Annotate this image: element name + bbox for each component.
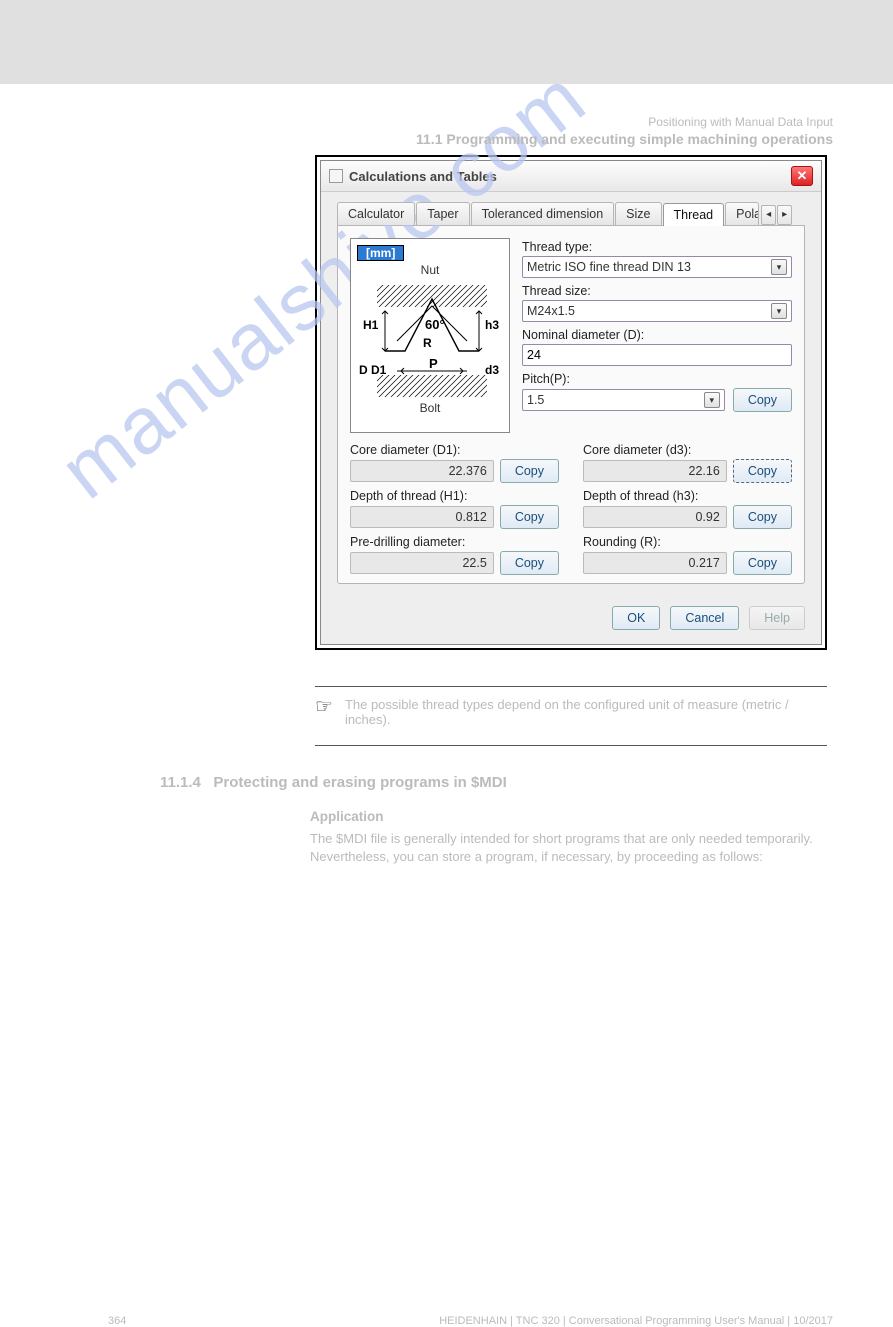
- section-title: Protecting and erasing programs in $MDI: [213, 774, 506, 791]
- chevron-down-icon: ▾: [771, 259, 787, 275]
- core-d1-label: Core diameter (D1):: [350, 443, 559, 457]
- header-line-1: Positioning with Manual Data Input: [416, 115, 833, 129]
- thread-type-select[interactable]: Metric ISO fine thread DIN 13 ▾: [522, 256, 792, 278]
- ok-button[interactable]: OK: [612, 606, 660, 630]
- tab-toleranced-dimension[interactable]: Toleranced dimension: [471, 202, 615, 225]
- tab-taper[interactable]: Taper: [416, 202, 469, 225]
- help-button: Help: [749, 606, 805, 630]
- dialog-screenshot-frame: Calculations and Tables ✕ Calculator Tap…: [315, 155, 827, 650]
- copy-h3-button[interactable]: Copy: [733, 505, 792, 529]
- svg-text:P: P: [429, 356, 438, 371]
- close-icon[interactable]: ✕: [791, 166, 813, 186]
- tab-strip: Calculator Taper Toleranced dimension Si…: [321, 192, 821, 225]
- svg-text:H1: H1: [363, 318, 379, 332]
- tab-scroll-right-icon[interactable]: ▸: [777, 205, 792, 225]
- calculations-dialog: Calculations and Tables ✕ Calculator Tap…: [320, 160, 822, 645]
- thread-type-value: Metric ISO fine thread DIN 13: [527, 260, 691, 274]
- svg-text:60°: 60°: [425, 317, 445, 332]
- dialog-title: Calculations and Tables: [349, 169, 785, 184]
- depth-h3-label: Depth of thread (h3):: [583, 489, 792, 503]
- nominal-diameter-label: Nominal diameter (D):: [522, 328, 792, 342]
- copy-h1-button[interactable]: Copy: [500, 505, 559, 529]
- core-d3-value: 22.16: [583, 460, 727, 482]
- svg-text:h3: h3: [485, 318, 499, 332]
- note-block: ☞ The possible thread types depend on th…: [315, 686, 827, 746]
- section-paragraph: The $MDI file is generally intended for …: [310, 830, 820, 865]
- svg-text:D: D: [359, 363, 368, 377]
- depth-h1-value: 0.812: [350, 506, 494, 528]
- thread-size-label: Thread size:: [522, 284, 792, 298]
- section-block: 11.1.4 Protecting and erasing programs i…: [160, 774, 820, 865]
- header-line-2: 11.1 Programming and executing simple ma…: [416, 131, 833, 147]
- footer-text: HEIDENHAIN | TNC 320 | Conversational Pr…: [439, 1315, 833, 1327]
- rounding-label: Rounding (R):: [583, 535, 792, 549]
- cancel-button[interactable]: Cancel: [670, 606, 739, 630]
- predrill-value: 22.5: [350, 552, 494, 574]
- tab-calculator[interactable]: Calculator: [337, 202, 415, 225]
- diagram-label-nut: Nut: [357, 263, 503, 277]
- page-header: Positioning with Manual Data Input 11.1 …: [416, 115, 833, 147]
- page-number: 364: [108, 1315, 126, 1327]
- thread-size-value: M24x1.5: [527, 304, 575, 318]
- thread-size-select[interactable]: M24x1.5 ▾: [522, 300, 792, 322]
- tab-polar-partial[interactable]: Polai: [725, 202, 759, 225]
- core-d3-label: Core diameter (d3):: [583, 443, 792, 457]
- top-gray-banner: [0, 0, 893, 85]
- depth-h3-value: 0.92: [583, 506, 727, 528]
- thread-tab-panel: [mm] Nut: [337, 225, 805, 584]
- svg-text:d3: d3: [485, 363, 499, 377]
- depth-h1-label: Depth of thread (H1):: [350, 489, 559, 503]
- note-text: The possible thread types depend on the …: [345, 697, 827, 727]
- core-d1-value: 22.376: [350, 460, 494, 482]
- pitch-value: 1.5: [527, 393, 544, 407]
- thread-type-label: Thread type:: [522, 240, 792, 254]
- predrill-label: Pre-drilling diameter:: [350, 535, 559, 549]
- copy-pitch-button[interactable]: Copy: [733, 388, 792, 412]
- subsection-title: Application: [310, 809, 820, 824]
- tab-thread[interactable]: Thread: [663, 203, 725, 226]
- thread-profile-svg: 60° R P H1 D D1 h3 d3: [357, 281, 505, 401]
- svg-text:D1: D1: [371, 363, 387, 377]
- section-number: 11.1.4: [160, 774, 201, 791]
- pointing-hand-icon: ☞: [315, 697, 333, 717]
- nominal-diameter-input[interactable]: [522, 344, 792, 366]
- chevron-down-icon: ▾: [771, 303, 787, 319]
- unit-badge: [mm]: [357, 245, 404, 261]
- copy-d1-button[interactable]: Copy: [500, 459, 559, 483]
- diagram-label-bolt: Bolt: [357, 401, 503, 415]
- dialog-button-row: OK Cancel Help: [321, 596, 821, 644]
- pitch-label: Pitch(P):: [522, 372, 792, 386]
- copy-predrill-button[interactable]: Copy: [500, 551, 559, 575]
- copy-rounding-button[interactable]: Copy: [733, 551, 792, 575]
- rounding-value: 0.217: [583, 552, 727, 574]
- dialog-icon: [329, 169, 343, 183]
- svg-text:R: R: [423, 336, 432, 350]
- thread-diagram: [mm] Nut: [350, 238, 510, 433]
- dialog-titlebar: Calculations and Tables ✕: [321, 161, 821, 192]
- tab-size[interactable]: Size: [615, 202, 661, 225]
- pitch-select[interactable]: 1.5 ▾: [522, 389, 725, 411]
- chevron-down-icon: ▾: [704, 392, 720, 408]
- tab-scroll-left-icon[interactable]: ◂: [761, 205, 776, 225]
- copy-d3-button[interactable]: Copy: [733, 459, 792, 483]
